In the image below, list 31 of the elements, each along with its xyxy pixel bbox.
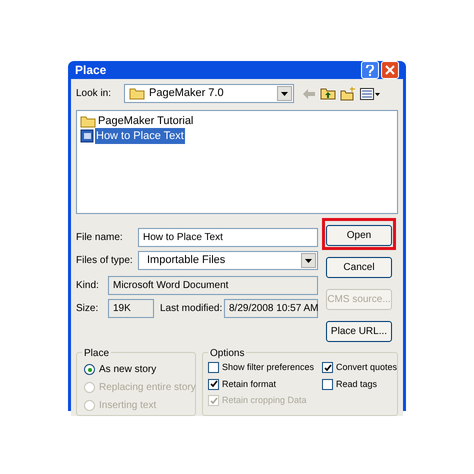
dialog-button[interactable]: Cancel	[326, 257, 392, 278]
dropdown[interactable]: Importable Files	[138, 251, 318, 270]
question-mark-icon	[366, 64, 374, 76]
dialog-button[interactable]: Place URL...	[326, 321, 392, 342]
dropdown[interactable]: PageMaker 7.0	[124, 84, 294, 103]
help-button[interactable]	[361, 61, 379, 79]
text-field[interactable]: How to Place Text	[138, 228, 318, 247]
radio-option[interactable]: As new story	[84, 362, 156, 377]
group-title: Options	[208, 346, 246, 361]
folder-icon	[80, 114, 96, 128]
field-label: Files of type:	[76, 254, 134, 268]
new-folder-icon[interactable]	[340, 86, 356, 100]
document-icon	[80, 129, 94, 143]
close-icon	[385, 65, 395, 75]
checkbox-option[interactable]: Show filter preferences	[208, 361, 314, 374]
field-label: Look in:	[76, 87, 112, 101]
checkmark-icon	[324, 364, 332, 372]
field-label: File name:	[76, 231, 124, 245]
field-label: Kind:	[76, 279, 100, 293]
field-label: Last modified:	[160, 302, 224, 316]
checkbox-option[interactable]: Retain format	[208, 378, 276, 391]
window-title: Place	[75, 62, 106, 79]
folder-icon	[129, 87, 145, 100]
view-menu-icon[interactable]	[360, 88, 380, 100]
checkbox-option[interactable]: Read tags	[322, 378, 378, 391]
field-label: Size:	[76, 302, 100, 316]
file-item[interactable]: PageMaker Tutorial	[80, 114, 194, 128]
up-folder-icon[interactable]	[320, 87, 336, 100]
close-button[interactable]	[381, 61, 399, 79]
dialog-button[interactable]: Open	[326, 225, 392, 246]
checkbox-option[interactable]: Convert quotes	[322, 361, 398, 374]
